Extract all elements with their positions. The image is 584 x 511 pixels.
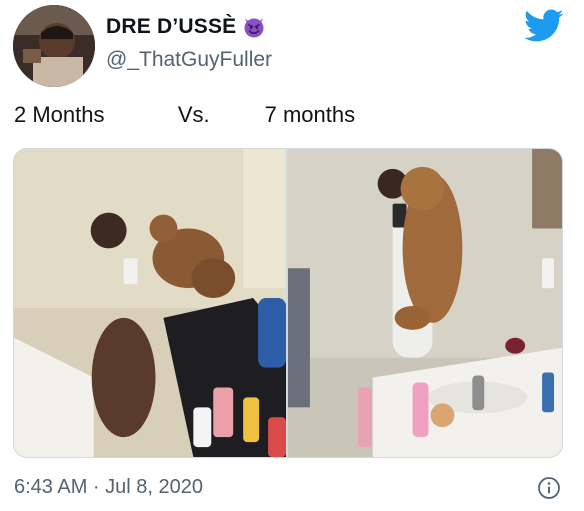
smiling-imp-emoji-icon — [244, 18, 264, 38]
twitter-bird-icon[interactable] — [524, 9, 564, 43]
tweet-text: 2 Months Vs. 7 months — [14, 102, 356, 127]
media-grid — [13, 148, 563, 458]
avatar[interactable] — [13, 5, 95, 87]
display-name[interactable]: DRE D’USSÈ — [106, 15, 236, 39]
photo-seven-months[interactable] — [288, 149, 562, 457]
photo-two-months[interactable] — [14, 149, 286, 457]
tweet-card: DRE D’USSÈ @_ThatGuyFuller 2 Months Vs. … — [0, 0, 584, 511]
author-name-row[interactable]: DRE D’USSÈ — [106, 14, 266, 40]
tweet-timestamp[interactable]: 6:43 AM · Jul 8, 2020 — [14, 476, 203, 499]
author-handle[interactable]: @_ThatGuyFuller — [106, 48, 272, 72]
info-icon[interactable] — [537, 476, 561, 500]
